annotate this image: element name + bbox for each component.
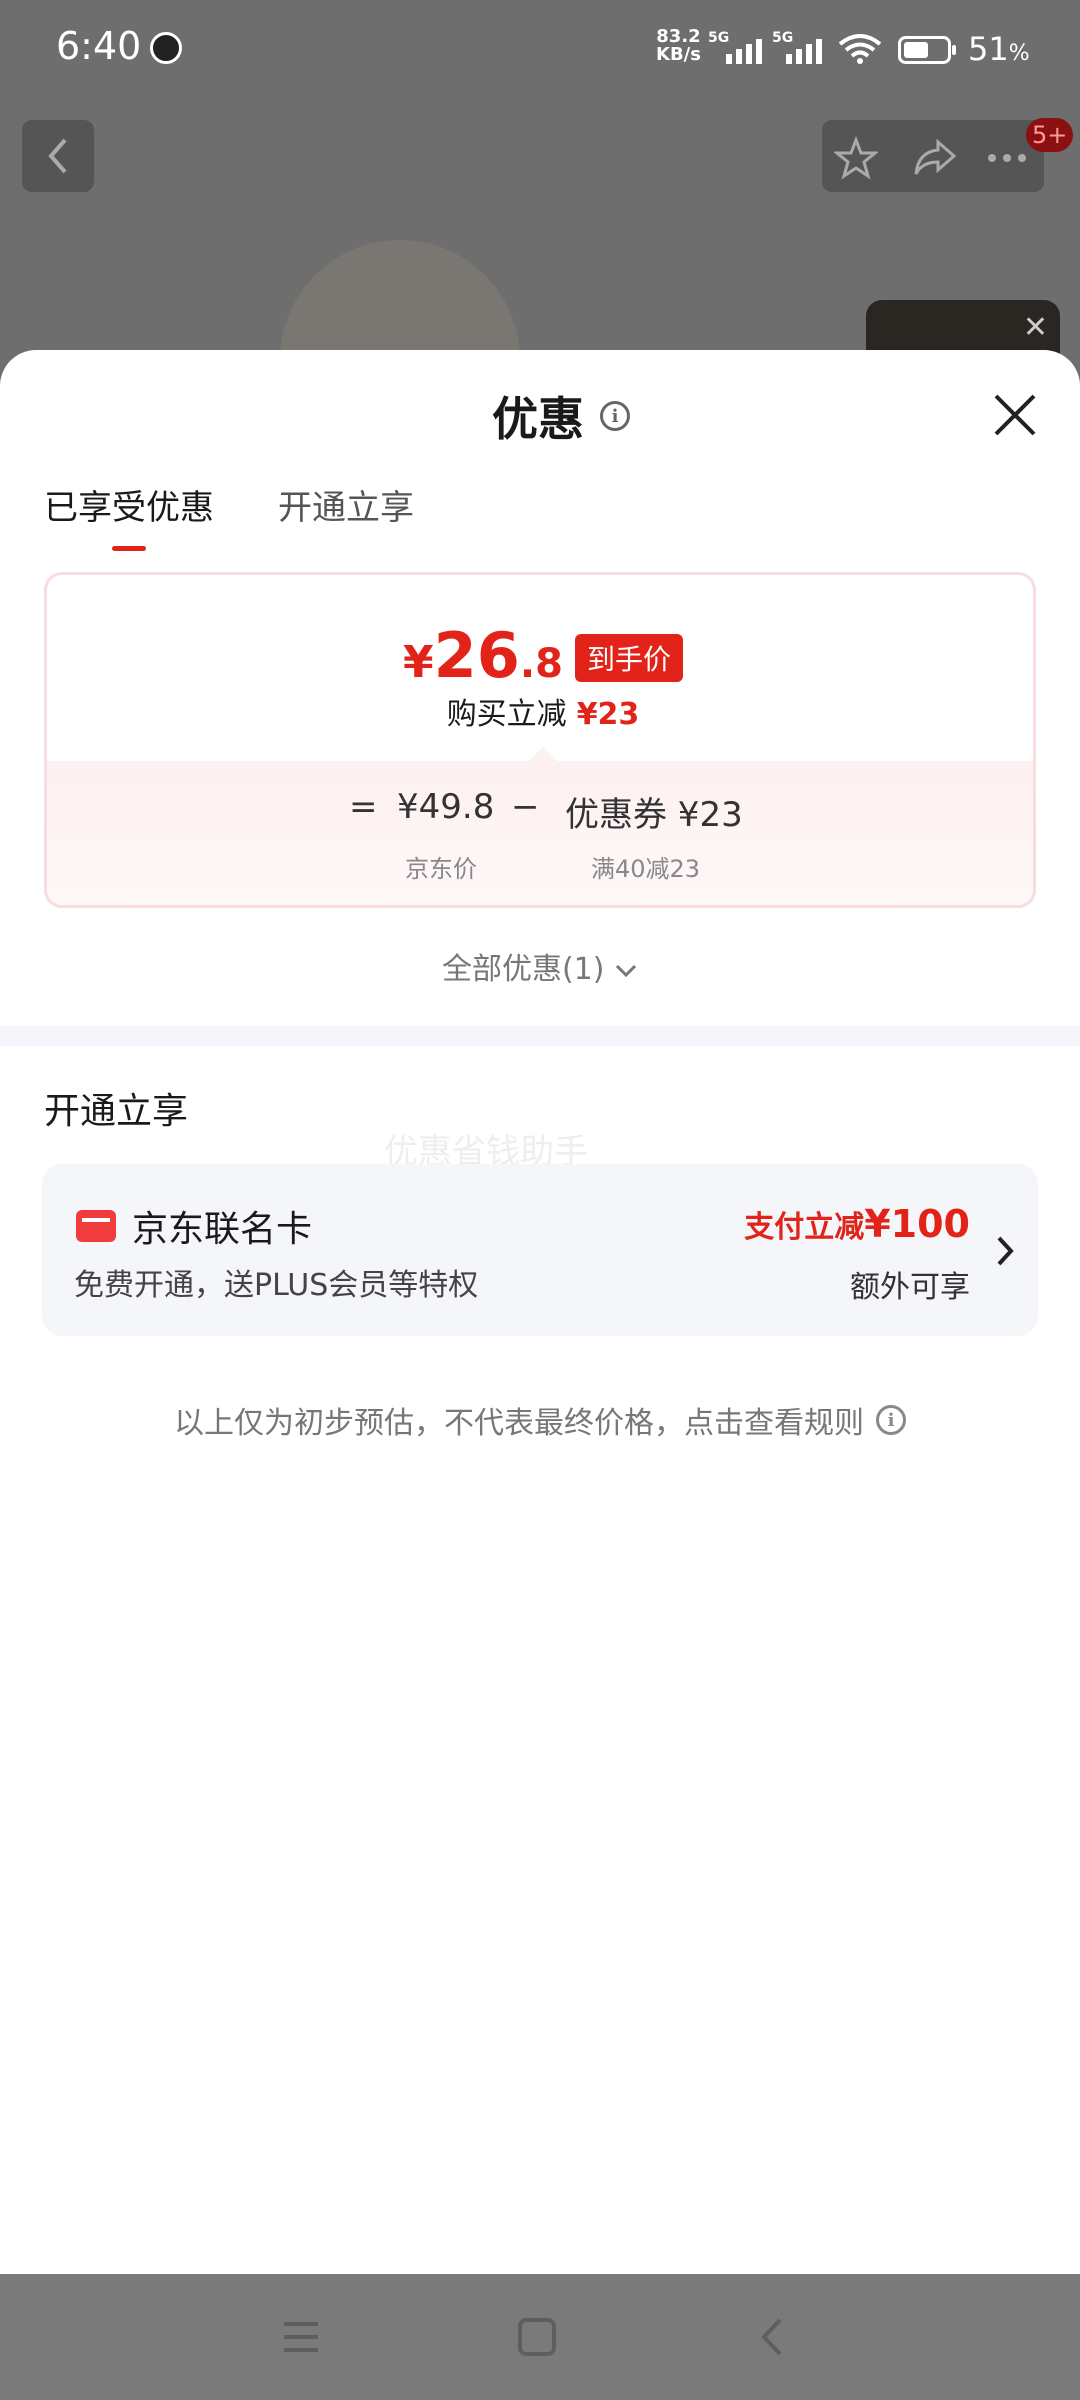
signal-icon [726,36,770,64]
section-title: 开通立享 [44,1091,189,1132]
coupon-amount: 优惠券 ¥23 [565,795,743,835]
final-price-amount: ¥26.8 [403,619,563,692]
net-speed: 83.2 KB/s [656,28,701,64]
info-icon[interactable]: i [600,401,630,431]
net-speed-unit: KB/s [656,44,701,65]
final-price-tag: 到手价 [574,634,683,682]
card-promo: 支付立减¥100 [744,1202,970,1246]
star-icon[interactable] [834,136,878,180]
price-breakdown-card: ¥26.8 到手价 购买立减 ¥23 = ¥49.8 − 优惠券 ¥23 京东价 … [44,572,1036,908]
close-icon[interactable]: ✕ [1023,310,1048,345]
status-bar: 6:40 83.2 KB/s 5G 5G 51% [0,0,1080,100]
wifi-icon [838,34,882,64]
card-extra: 额外可享 [850,1270,970,1305]
back-nav-icon[interactable] [750,2314,796,2360]
chevron-down-icon [615,964,637,978]
menu-icon[interactable] [278,2314,324,2360]
base-price: ¥49.8 [397,787,495,827]
back-button[interactable] [22,120,94,192]
battery-icon [898,36,956,64]
instant-cut: 购买立减 ¥23 [446,697,640,732]
chevron-right-icon [997,1236,1014,1266]
formula-equals: = [349,787,378,827]
sheet-header: 优惠 i [492,386,630,446]
status-time: 6:40 [56,24,142,68]
cobrand-card-offer[interactable]: 京东联名卡 免费开通，送PLUS会员等特权 支付立减¥100 额外可享 [42,1164,1038,1336]
top-actions [822,120,1044,192]
tab-enjoyed[interactable]: 已享受优惠 [44,480,214,551]
chevron-left-icon [48,138,67,174]
coupon-condition: 满40减23 [591,855,701,883]
price-formula: = ¥49.8 − 优惠券 ¥23 京东价 满40减23 [47,747,1033,905]
home-icon[interactable] [514,2314,560,2360]
discount-sheet: 优惠 i 已享受优惠 开通立享 ¥26.8 到手价 购买立减 ¥23 = ¥49.… [0,350,1080,2274]
final-price: ¥26.8 到手价 [47,619,1033,692]
info-icon-small: i [876,1405,906,1435]
sheet-title: 优惠 [492,392,584,446]
credit-card-icon [76,1210,116,1242]
message-badge: 5+ [1026,118,1074,152]
section-divider [0,1026,1080,1046]
clock-app-icon [150,32,182,64]
disclaimer-link[interactable]: 以上仅为初步预估，不代表最终价格，点击查看规则 i [0,1398,1080,1442]
base-price-label: 京东价 [405,855,477,883]
share-icon[interactable] [912,136,956,180]
tab-bar: 已享受优惠 开通立享 [44,480,414,551]
formula-minus: − [511,787,540,827]
battery-level: 51% [968,30,1030,68]
more-icon[interactable] [982,136,1032,180]
card-desc: 免费开通，送PLUS会员等特权 [74,1268,479,1303]
all-offers-toggle[interactable]: 全部优惠(1) [0,944,1080,988]
close-button[interactable] [990,390,1040,440]
system-nav-bar [0,2274,1080,2400]
card-name: 京东联名卡 [132,1209,313,1250]
tab-open-now[interactable]: 开通立享 [278,480,414,551]
signal-icon-2 [786,36,830,64]
